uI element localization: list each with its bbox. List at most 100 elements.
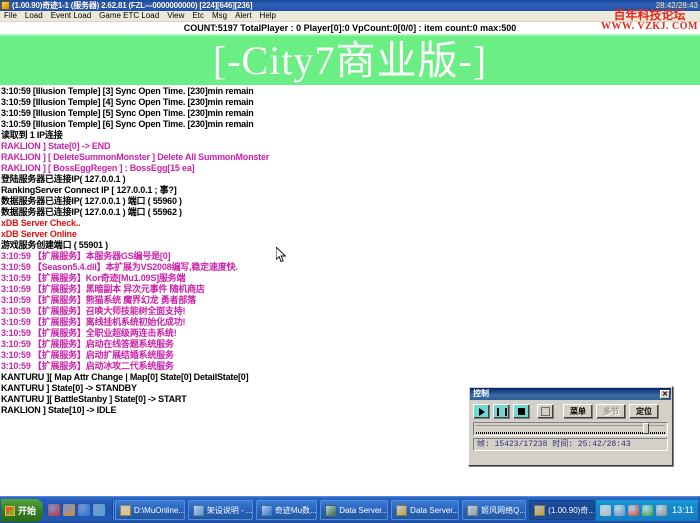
taskbar-button-label: 奇迹Mu数... [275, 505, 317, 516]
app-icon [1, 1, 10, 10]
browser-icon[interactable] [63, 504, 75, 516]
menu-event-load[interactable]: Event Load [47, 11, 95, 21]
menu-load[interactable]: Load [21, 11, 47, 21]
network-icon[interactable] [614, 505, 625, 516]
multi-section-button: 多节 [596, 404, 626, 419]
menu-file[interactable]: File [0, 11, 21, 21]
log-line: 3:10:59 [Illusion Temple] [5] Sync Open … [0, 108, 700, 119]
taskbar-button-label: 架设说明 - ... [207, 505, 253, 516]
log-line: KANTURU ][ Map Attr Change | Map[0] Stat… [0, 372, 700, 383]
ie-icon[interactable] [78, 504, 90, 516]
pause-button[interactable] [493, 404, 510, 419]
control-panel-titlebar[interactable]: 控制 ✕ [470, 388, 671, 400]
clock-tray-icon[interactable] [656, 505, 667, 516]
log-line: 游戏服务创建端口 ( 55901 ) [0, 240, 700, 251]
log-line: 数据服务器已连接IP( 127.0.0.1 ) 端口 ( 55962 ) [0, 207, 700, 218]
log-line: RAKLION ] [ DeleteSummonMonster ] Delete… [0, 152, 700, 163]
window-title: (1.00.90)奇迹1-1 (服务器) 2.62.81 (FZL---0000… [12, 0, 252, 11]
eject-icon [541, 407, 550, 416]
desktop-root: (1.00.90)奇迹1-1 (服务器) 2.62.81 (FZL---0000… [0, 0, 700, 523]
slider-thumb[interactable] [643, 423, 649, 434]
taskbar-divider [112, 500, 113, 520]
taskbar: 开始 D:\MuOnline... 架设说明 - ... 奇迹Mu数... Data … [0, 496, 700, 523]
antivirus-icon[interactable] [628, 505, 639, 516]
pause-icon [497, 408, 507, 416]
media-icon[interactable] [93, 504, 105, 516]
watermark-line2: WWW. VZKJ. COM [601, 21, 698, 33]
menu-etc[interactable]: Etc [188, 11, 208, 21]
log-line: 3:10:59 【扩展服务】启动冰攻二代系统服务 [0, 361, 700, 372]
log-line: 3:10:59 【Season5.4.dll】本扩展为VS2008编写,稳定速度… [0, 262, 700, 273]
playback-status-text: 帧: 15423/17238 时间: 25:42/28:43 [473, 438, 668, 451]
qq-icon[interactable] [48, 504, 60, 516]
taskbar-button[interactable]: 姬风网络Q... [462, 500, 526, 520]
log-line: 3:10:59 【扩展服务】Kor奇迹[Mu1.09S]服务端 [0, 273, 700, 284]
taskbar-button-label: Data Server... [339, 506, 388, 515]
control-panel-window[interactable]: 控制 ✕ 菜单 多节 定位 帧: 15423/17238 时间 [468, 386, 673, 466]
taskbar-button[interactable]: 架设说明 - ... [188, 500, 253, 520]
taskbar-button-icon [193, 505, 204, 516]
system-tray: 13:11 [595, 500, 698, 521]
log-line: 3:10:59 [Illusion Temple] [3] Sync Open … [0, 86, 700, 97]
menubar: File Load Event Load Game ETC Load View … [0, 11, 700, 22]
log-line: 3:10:59 【扩展服务】启动扩展结婚系统服务 [0, 350, 700, 361]
watermark: 百年科技论坛 WWW. VZKJ. COM [601, 9, 698, 33]
playback-slider[interactable] [473, 422, 668, 436]
log-line: 数据服务器已连接IP( 127.0.0.1 ) 端口 ( 55960 ) [0, 196, 700, 207]
menu-button[interactable]: 菜单 [563, 404, 593, 419]
log-line: xDB Server Check.. [0, 218, 700, 229]
slider-track [476, 432, 665, 434]
menu-view[interactable]: View [163, 11, 188, 21]
taskbar-button-label: (1.00.90)奇... [548, 505, 595, 516]
watermark-line1: 百年科技论坛 [601, 9, 698, 21]
log-line: RAKLION ] [ BossEggRegen ] : BossEgg[15 … [0, 163, 700, 174]
taskbar-button-icon [120, 505, 131, 516]
version-banner: [-City7商业版-] [0, 36, 700, 85]
log-line: 读取到 1 IP连接 [0, 130, 700, 141]
taskbar-button-label: Data Server... [410, 506, 459, 515]
windows-flag-icon [5, 506, 15, 516]
log-line: 登陆服务器已连接IP( 127.0.0.1 ) [0, 174, 700, 185]
log-line: 3:10:59 【扩展服务】本服务器GS编号是[0] [0, 251, 700, 262]
log-line: RAKLION ] State[0] -> END [0, 141, 700, 152]
stop-button[interactable] [513, 404, 530, 419]
taskbar-button-label: 姬风网络Q... [481, 505, 526, 516]
log-line: 3:10:59 【扩展服务】召唤大师技能树全面支持! [0, 306, 700, 317]
slider-top-line [476, 425, 665, 426]
taskbar-button[interactable]: (1.00.90)奇... [529, 500, 595, 520]
log-line: 3:10:59 【扩展服务】启动在线答题系统服务 [0, 339, 700, 350]
log-line: 3:10:59 【扩展服务】离线挂机系统初始化成功! [0, 317, 700, 328]
start-button-label: 开始 [18, 504, 36, 517]
locate-button[interactable]: 定位 [629, 404, 659, 419]
server-count-status: COUNT:5197 TotalPlayer : 0 Player[0]:0 V… [0, 22, 700, 34]
taskbar-button-icon [325, 505, 336, 516]
log-line: RankingServer Connect IP [ 127.0.0.1 ; 事… [0, 185, 700, 196]
window-titlebar[interactable]: (1.00.90)奇迹1-1 (服务器) 2.62.81 (FZL---0000… [0, 0, 700, 11]
eject-button[interactable] [537, 404, 554, 419]
control-panel-buttons: 菜单 多节 定位 [469, 401, 672, 420]
taskbar-button-label: D:\MuOnline... [134, 506, 185, 515]
taskbar-button-icon [467, 505, 478, 516]
close-icon[interactable]: ✕ [660, 390, 670, 399]
control-panel-title: 控制 [473, 388, 489, 400]
menu-help[interactable]: Help [256, 11, 280, 21]
menu-game-etc-load[interactable]: Game ETC Load [95, 11, 163, 21]
log-line: 3:10:59 【扩展服务】全职业超级两连击系统! [0, 328, 700, 339]
taskbar-button[interactable]: Data Server... [391, 500, 459, 520]
play-icon [479, 408, 485, 416]
log-line: 3:10:59 【扩展服务】黑暗副本 异次元事件 随机商店 [0, 284, 700, 295]
stop-icon [518, 408, 525, 415]
printer-icon[interactable] [600, 505, 611, 516]
taskbar-button-icon [534, 505, 545, 516]
taskbar-button[interactable]: 奇迹Mu数... [256, 500, 317, 520]
task-buttons: D:\MuOnline... 架设说明 - ... 奇迹Mu数... Data Ser… [115, 500, 595, 520]
tree-icon[interactable] [642, 505, 653, 516]
start-button[interactable]: 开始 [1, 499, 43, 522]
taskbar-button[interactable]: D:\MuOnline... [115, 500, 185, 520]
log-line: 3:10:59 [Illusion Temple] [6] Sync Open … [0, 119, 700, 130]
taskbar-button[interactable]: Data Server... [320, 500, 388, 520]
menu-msg[interactable]: Msg [208, 11, 231, 21]
taskbar-clock: 13:11 [670, 505, 694, 515]
play-button[interactable] [473, 404, 490, 419]
menu-alert[interactable]: Alert [231, 11, 255, 21]
